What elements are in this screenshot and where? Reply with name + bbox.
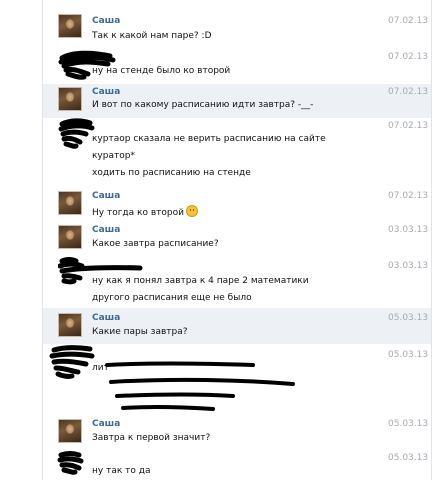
message-date: 05.03.13 xyxy=(388,419,429,429)
message-date: 07.02.13 xyxy=(388,121,429,131)
message-row[interactable]: 05.03.13 лит xyxy=(43,344,431,414)
message-text: Ну тогда ко второй xyxy=(92,205,198,218)
message-text: куратор* xyxy=(92,151,135,161)
message-text: ну так то да xyxy=(92,466,151,476)
sender-name[interactable]: Саша xyxy=(92,87,120,97)
message-row[interactable]: Саша 07.02.13 Так к какой нам паре? :D xyxy=(43,10,431,46)
sender-name[interactable]: Саша xyxy=(92,191,120,201)
message-row[interactable]: 07.02.13 куртаор сказала не верить распи… xyxy=(43,118,431,186)
right-border xyxy=(431,0,432,480)
message-date: 03.03.13 xyxy=(388,225,429,235)
message-row[interactable]: Саша 07.02.13 Ну тогда ко второй xyxy=(43,186,431,222)
message-row[interactable]: Саша 03.03.13 Какое завтра расписание? xyxy=(43,222,431,256)
message-row[interactable]: Саша 05.03.13 Завтра к первой значит? xyxy=(43,414,431,450)
message-row[interactable]: 07.02.13 ну на стенде было ко второй xyxy=(43,46,431,84)
avatar[interactable] xyxy=(58,191,82,215)
message-text: И вот по какому расписанию идти завтра? … xyxy=(92,100,314,110)
message-text: куртаор сказала не верить расписанию на … xyxy=(92,134,326,144)
message-row[interactable]: 05.03.13 ну так то да xyxy=(43,450,431,480)
sender-name[interactable]: Саша xyxy=(92,16,120,26)
message-row[interactable]: Саша 07.02.13 И вот по какому расписанию… xyxy=(43,84,431,118)
message-date: 05.03.13 xyxy=(388,453,429,463)
message-text: Какое завтра расписание? xyxy=(92,239,219,249)
message-date: 07.02.13 xyxy=(388,52,429,62)
message-row[interactable]: 03.03.13 ну как я понял завтра к 4 паре … xyxy=(43,256,431,308)
redaction-scribble xyxy=(105,361,295,411)
message-date: 05.03.13 xyxy=(388,313,429,323)
redaction-scribble xyxy=(49,345,95,379)
avatar[interactable] xyxy=(58,419,82,443)
message-text: Завтра к первой значит? xyxy=(92,433,211,443)
message-text: другого расписания еще не было xyxy=(92,293,252,303)
avatar[interactable] xyxy=(58,313,82,337)
redaction-scribble xyxy=(57,451,84,475)
sender-name[interactable]: Саша xyxy=(92,419,120,429)
message-text: ну как я понял завтра к 4 паре 2 математ… xyxy=(92,276,309,286)
message-row[interactable]: Саша 05.03.13 Какие пары завтра? xyxy=(43,308,431,344)
message-date: 05.03.13 xyxy=(388,350,429,360)
sender-name[interactable]: Саша xyxy=(92,313,120,323)
message-date: 07.02.13 xyxy=(388,87,429,97)
smile-emoji xyxy=(185,205,198,217)
message-date: 07.02.13 xyxy=(388,16,429,26)
message-date: 07.02.13 xyxy=(388,191,429,201)
sender-name[interactable]: Саша xyxy=(92,225,120,235)
avatar[interactable] xyxy=(58,225,82,249)
message-text: ну на стенде было ко второй xyxy=(92,66,231,76)
message-text: Так к какой нам паре? :D xyxy=(92,31,212,41)
message-text: Какие пары завтра? xyxy=(92,327,188,337)
avatar[interactable] xyxy=(58,87,82,111)
message-date: 03.03.13 xyxy=(388,261,429,271)
message-text: ходить по расписанию на стенде xyxy=(92,168,251,178)
avatar[interactable] xyxy=(58,14,82,38)
